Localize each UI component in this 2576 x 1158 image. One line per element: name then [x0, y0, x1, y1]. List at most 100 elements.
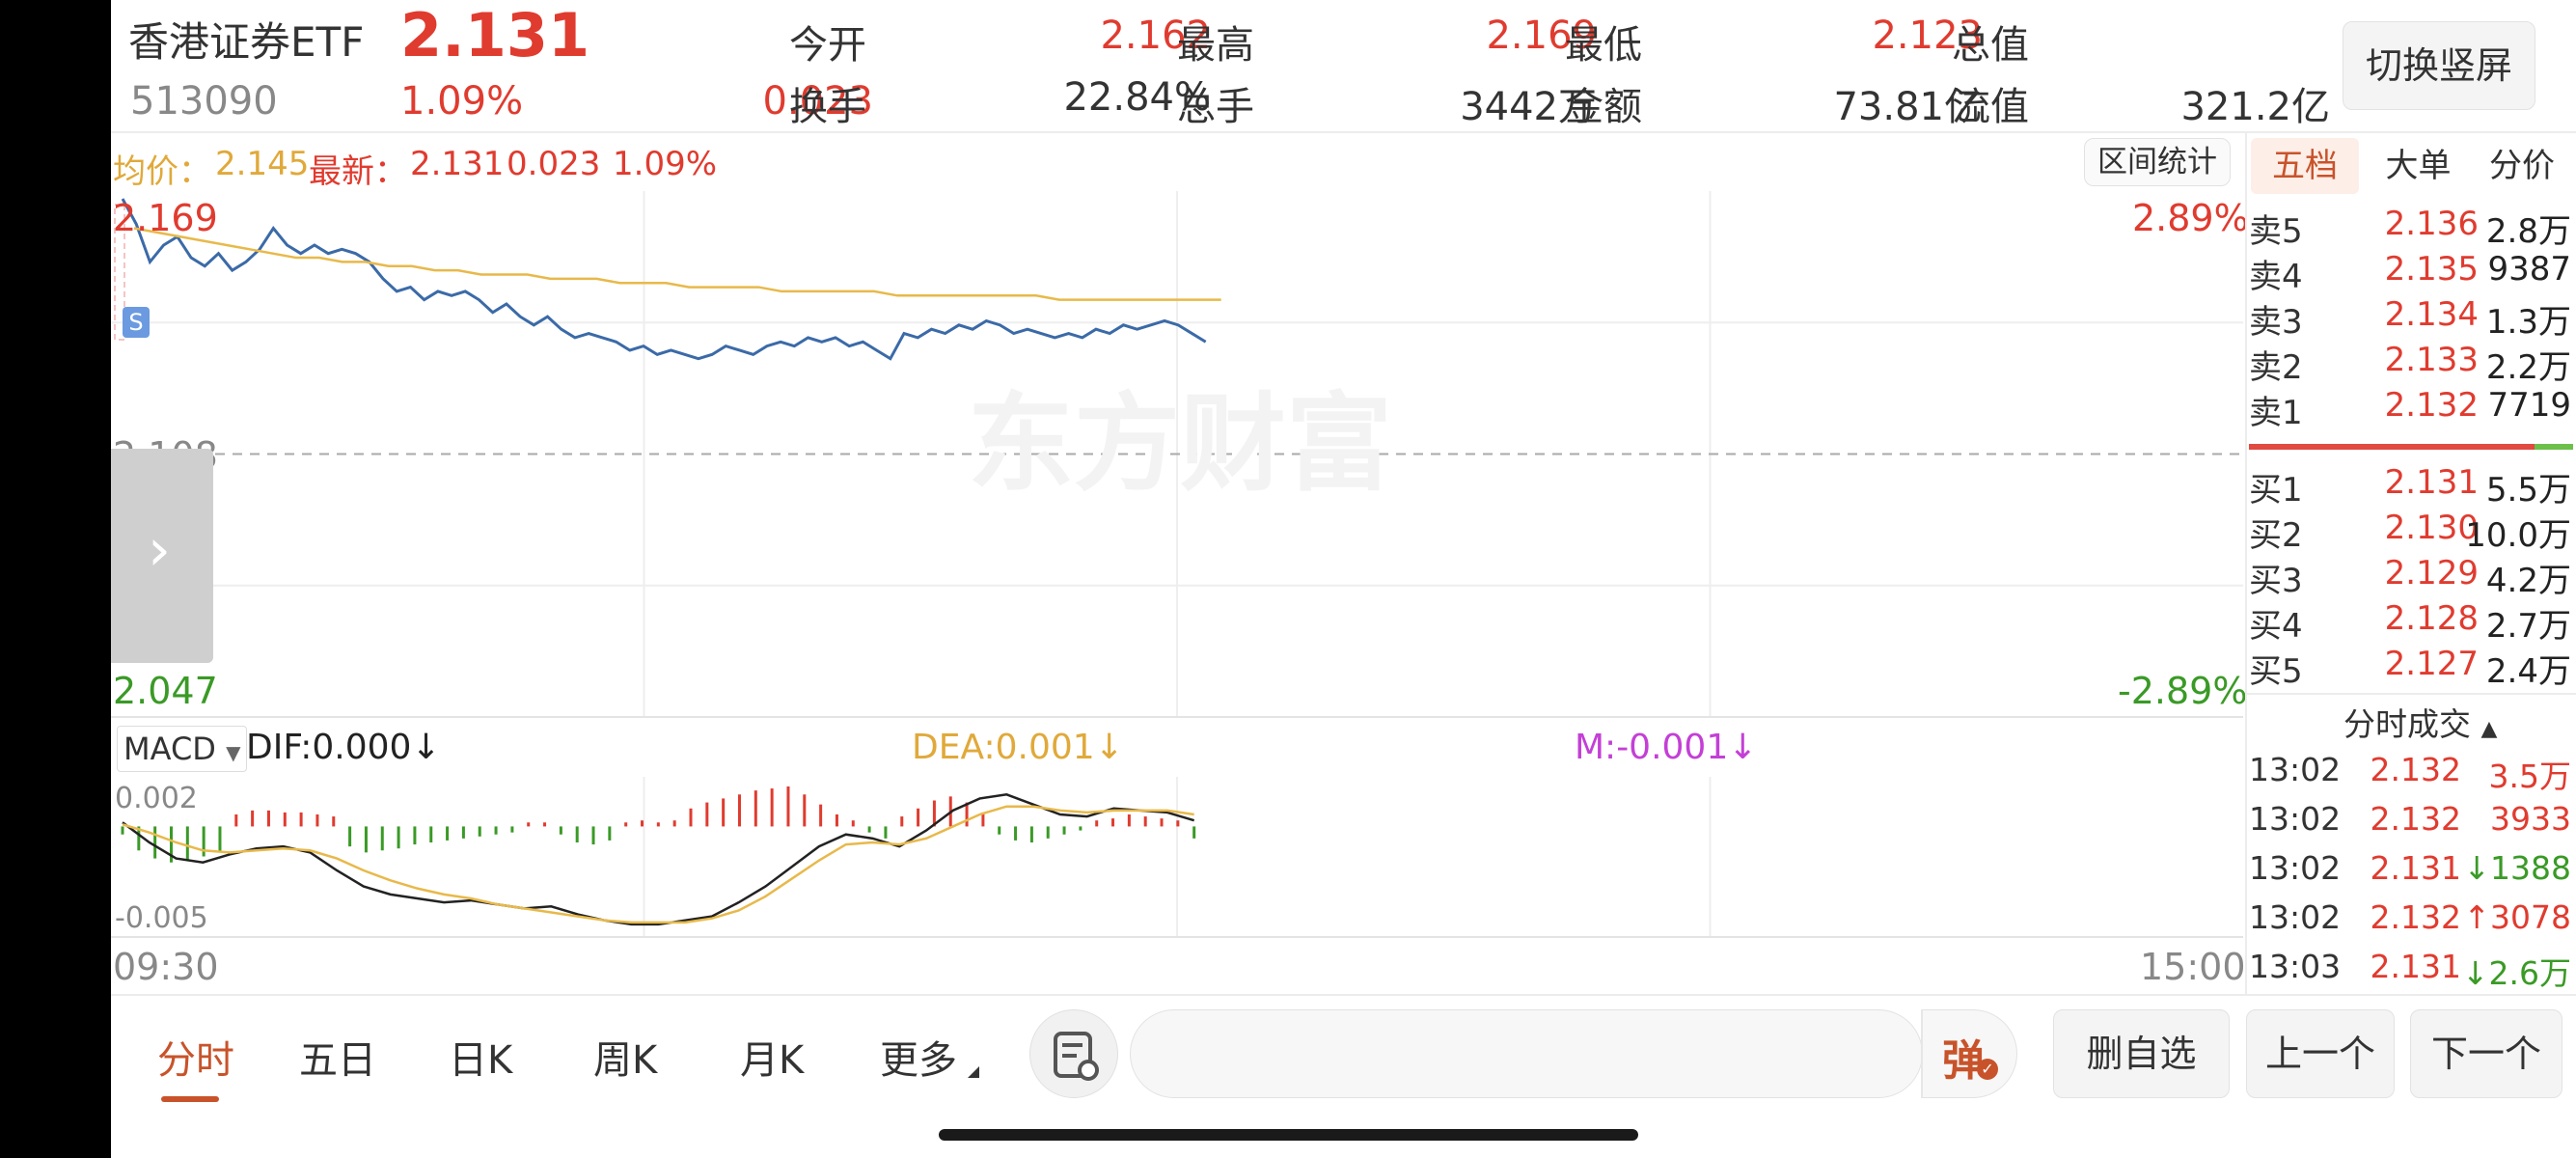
bid-volume: 5.5万	[2485, 471, 2571, 510]
bottom-divider	[111, 994, 2576, 996]
bid-row[interactable]: 买5 2.127 2.4万	[2247, 645, 2573, 691]
bid-row[interactable]: 买2 2.130 10.0万	[2247, 509, 2573, 555]
macd-histogram-bar	[1143, 816, 1147, 827]
note-settings-button[interactable]	[1029, 1009, 1118, 1098]
period-tab-5[interactable]: 更多	[880, 1029, 957, 1085]
period-tab-3[interactable]: 周K	[593, 1029, 657, 1085]
bid-label: 买3	[2249, 562, 2303, 600]
latest-change: 0.023	[507, 145, 601, 183]
tick-price: 2.131	[2370, 849, 2461, 887]
avg-label: 均价：	[113, 152, 211, 191]
tick-label: 13:02	[2249, 898, 2342, 936]
ask-row[interactable]: 卖4 2.135 9387	[2247, 250, 2573, 296]
macd-y-top-label: 0.002	[115, 782, 198, 815]
latest-value: 2.131	[410, 145, 505, 183]
tick-volume: ↓2.6万	[2461, 954, 2571, 992]
tab-five-levels[interactable]: 五档	[2251, 138, 2359, 194]
home-indicator[interactable]	[939, 1129, 1638, 1141]
bid-row[interactable]: 买1 2.131 5.5万	[2247, 463, 2573, 510]
period-tab-4[interactable]: 月K	[740, 1029, 804, 1085]
macd-histogram-bar	[851, 820, 855, 827]
next-stock-button[interactable]: 下一个	[2410, 1009, 2562, 1098]
ask-volume: 7719	[2487, 386, 2571, 425]
macd-histogram-bar	[575, 826, 579, 842]
macd-histogram-bar	[722, 798, 726, 827]
tab-price-distribution[interactable]: 分价	[2469, 138, 2575, 194]
tick-volume: 3.5万	[2488, 758, 2571, 795]
ask-label: 卖1	[2249, 394, 2303, 432]
dif-label: DIF:0.000↓	[246, 728, 441, 767]
remove-favorite-button[interactable]: 删自选	[2053, 1009, 2230, 1098]
macd-histogram-bar	[1192, 826, 1196, 839]
switch-portrait-button[interactable]: 切换竖屏	[2343, 21, 2535, 110]
open-label: 今开	[789, 23, 866, 68]
macd-chart[interactable]	[111, 777, 2243, 936]
m-label: M:-0.001↓	[1575, 728, 1758, 767]
volume-label: 总手	[1177, 85, 1254, 129]
range-stats-button[interactable]: 区间统计	[2084, 138, 2231, 186]
bid-price: 2.129	[2384, 554, 2479, 593]
ask-volume: 1.3万	[2485, 303, 2571, 342]
bid-row[interactable]: 买4 2.128 2.7万	[2247, 599, 2573, 646]
danmu-toggle-button[interactable]: 弹 ✓	[1921, 1009, 2017, 1098]
tick-label: 13:02	[2249, 800, 2342, 838]
tick-row[interactable]: 13:02 2.131 ↓1388	[2247, 849, 2573, 897]
macd-histogram-bar	[218, 826, 222, 853]
macd-histogram-bar	[672, 820, 676, 827]
macd-histogram-bar	[413, 826, 417, 845]
ask-row[interactable]: 卖5 2.136 2.8万	[2247, 205, 2573, 251]
tab-large-orders[interactable]: 大单	[2368, 138, 2469, 194]
macd-histogram-bar	[234, 814, 238, 827]
price-chart[interactable]: 东方财富	[111, 191, 2243, 717]
bid-label: 买1	[2249, 471, 2303, 510]
pct-top-label: 2.89%	[2132, 197, 2249, 239]
period-tab-0[interactable]: 分时	[157, 1029, 234, 1085]
ask-list: 卖5 2.136 2.8万 卖4 2.135 9387 卖3 2.134 1.3万 卖2 2.133…	[2247, 205, 2575, 436]
high-label: 最高	[1177, 23, 1254, 68]
header-divider	[111, 131, 2576, 133]
macd-histogram-bar	[559, 826, 562, 835]
bid-price: 2.128	[2384, 599, 2479, 638]
order-book-panel: 五档 大单 分价 卖5 2.136 2.8万 卖4 2.135 9387 卖3 2.134 1.…	[2245, 133, 2576, 994]
macd-histogram-bar	[1079, 826, 1082, 831]
ask-price: 2.134	[2384, 295, 2479, 334]
note-settings-icon	[1054, 1032, 1099, 1081]
ask-row[interactable]: 卖1 2.132 7719	[2247, 386, 2573, 432]
macd-selector[interactable]: MACD ▼	[117, 726, 248, 772]
tick-row[interactable]: 13:02 2.132 ↑3078	[2247, 898, 2573, 947]
tick-row[interactable]: 13:02 2.132 3933	[2247, 800, 2573, 848]
macd-histogram-bar	[348, 826, 352, 847]
low-label: 最低	[1565, 23, 1642, 68]
pct-bottom-label: -2.89%	[2118, 670, 2248, 712]
bid-volume: 10.0万	[2465, 516, 2571, 555]
ask-row[interactable]: 卖2 2.133 2.2万	[2247, 341, 2573, 387]
macd-histogram-bar	[1046, 826, 1050, 839]
s-marker-badge[interactable]: S	[123, 307, 150, 338]
expand-panel-handle[interactable]: ›	[111, 449, 213, 663]
macd-histogram-bar	[835, 814, 838, 827]
ticks-title[interactable]: 分时成交 ▲	[2343, 699, 2497, 745]
bid-label: 买4	[2249, 607, 2303, 646]
macd-histogram-bar	[1111, 818, 1115, 827]
danmu-input[interactable]	[1130, 1009, 1923, 1098]
tick-row[interactable]: 13:02 2.132 3.5万	[2247, 751, 2573, 799]
macd-histogram-bar	[624, 822, 628, 827]
macd-selector-label: MACD	[123, 731, 216, 767]
avg-price-line	[133, 227, 1221, 301]
macd-histogram-bar	[1062, 826, 1066, 835]
tick-row[interactable]: 13:03 2.131 ↓2.6万	[2247, 948, 2573, 996]
more-caret-icon	[968, 1066, 979, 1078]
macd-histogram-bar	[283, 812, 287, 827]
amount-label: 金额	[1565, 85, 1642, 129]
caret-down-icon: ▼	[226, 741, 241, 764]
period-tab-1[interactable]: 五日	[299, 1029, 376, 1085]
avg-value: 2.145	[215, 145, 310, 183]
bid-row[interactable]: 买3 2.129 4.2万	[2247, 554, 2573, 600]
previous-stock-button[interactable]: 上一个	[2246, 1009, 2395, 1098]
ticks-header-divider	[2247, 693, 2576, 695]
macd-histogram-bar	[1014, 826, 1018, 841]
ask-row[interactable]: 卖3 2.134 1.3万	[2247, 295, 2573, 342]
latest-change-pct: 1.09%	[613, 145, 718, 183]
period-tab-2[interactable]: 日K	[449, 1029, 512, 1085]
stock-detail-screen: 香港证券ETF 2.131 513090 1.09% 0.023 今开 2.16…	[111, 0, 2576, 1158]
